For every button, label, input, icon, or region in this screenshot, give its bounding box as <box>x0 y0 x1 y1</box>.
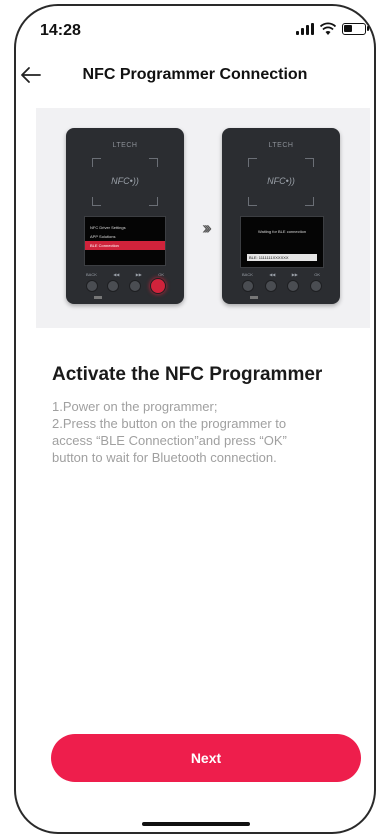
device-screen-waiting: Waiting for BLE connection BLE: 1111111X… <box>240 216 324 268</box>
status-icons <box>296 22 369 36</box>
signal-icon <box>296 23 314 35</box>
instruction-line: access “BLE Connection”and press “OK” <box>52 433 287 448</box>
nfc-target-frame: NFC•)) <box>92 158 158 206</box>
menu-item-ble-connection: BLE Connection <box>85 241 165 250</box>
label-ok: OK <box>158 272 164 277</box>
instruction-line: button to wait for Bluetooth connection. <box>52 450 277 465</box>
programmer-device-waiting: LTECH NFC•)) Waiting for BLE connection … <box>222 128 340 304</box>
device-back-button <box>86 280 98 292</box>
device-next-button <box>128 280 141 292</box>
device-back-button <box>242 280 254 292</box>
section-title: Activate the NFC Programmer <box>52 364 323 385</box>
home-indicator[interactable] <box>142 822 250 826</box>
label-prev: ◀◀ <box>269 272 276 277</box>
menu-item-nfc-driver: NFC Driver Settings <box>90 225 126 230</box>
device-brand: LTECH <box>268 142 294 149</box>
status-bar: 14:28 <box>0 0 390 56</box>
programmer-illustration: LTECH NFC•)) NFC Driver Settings APP Sol… <box>36 108 370 328</box>
menu-item-app-solutions: APP Solutions <box>90 234 116 239</box>
device-brand: LTECH <box>112 142 138 149</box>
nfc-label: NFC•)) <box>111 176 139 186</box>
device-ok-button <box>309 280 322 292</box>
label-next: ▶▶ <box>291 272 298 277</box>
waiting-text: Waiting for BLE connection <box>257 229 307 234</box>
page-title: NFC Programmer Connection <box>82 66 308 83</box>
transition-arrows-icon: ››› <box>202 218 212 238</box>
device-prev-button <box>107 280 120 292</box>
label-next: ▶▶ <box>135 272 142 277</box>
label-back: BACK <box>242 272 253 277</box>
label-back: BACK <box>86 272 97 277</box>
navigation-bar: NFC Programmer Connection <box>0 56 390 94</box>
device-screen-menu: NFC Driver Settings APP Solutions BLE Co… <box>84 216 166 266</box>
status-time: 14:28 <box>40 22 81 39</box>
device-prev-button <box>264 280 277 292</box>
usb-port <box>94 296 102 299</box>
instruction-line: 2.Press the button on the programmer to <box>52 416 287 431</box>
device-button-labels: BACK ◀◀ ▶▶ OK <box>86 272 164 277</box>
label-prev: ◀◀ <box>113 272 120 277</box>
next-button[interactable]: Next <box>51 734 361 782</box>
instructions-text: 1.Power on the programmer; 2.Press the b… <box>52 398 352 466</box>
usb-port <box>250 296 258 299</box>
label-ok: OK <box>314 272 320 277</box>
device-buttons <box>242 280 322 292</box>
battery-icon <box>342 23 369 35</box>
device-ok-button-highlight <box>149 278 166 294</box>
device-button-labels: BACK ◀◀ ▶▶ OK <box>242 272 320 277</box>
instruction-line: 1.Power on the programmer; <box>52 399 218 414</box>
nfc-label: NFC•)) <box>267 176 295 186</box>
ble-code: BLE: 1111111XXXXXX <box>247 254 317 261</box>
wifi-icon <box>320 22 336 35</box>
nfc-target-frame: NFC•)) <box>248 158 314 206</box>
programmer-device-menu: LTECH NFC•)) NFC Driver Settings APP Sol… <box>66 128 184 304</box>
device-buttons <box>86 278 166 294</box>
device-next-button <box>287 280 300 292</box>
